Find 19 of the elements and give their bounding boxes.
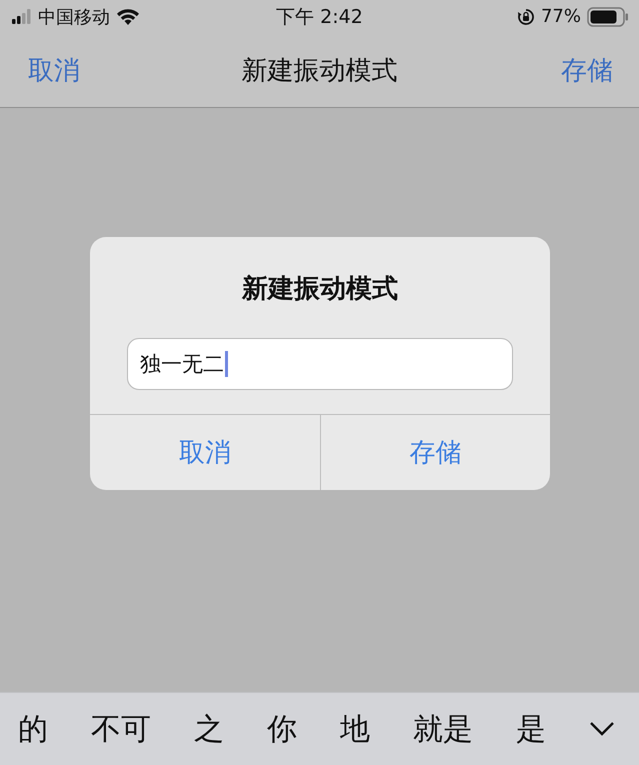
candidate-word[interactable]: 就是 (413, 708, 473, 750)
text-cursor (225, 351, 228, 377)
page-title: 新建振动模式 (242, 54, 398, 88)
dialog-title: 新建振动模式 (242, 273, 398, 306)
battery-icon (587, 6, 629, 26)
signal-icon (12, 8, 32, 24)
carrier-name: 中国移动 (38, 6, 110, 28)
battery-percent: 77% (540, 6, 581, 27)
chevron-down-icon[interactable] (589, 721, 615, 737)
clock-time: 下午 2:42 (276, 4, 363, 30)
candidate-word[interactable]: 你 (267, 708, 297, 750)
wifi-icon (116, 8, 140, 26)
candidate-word[interactable]: 是 (516, 708, 546, 750)
candidate-word[interactable]: 地 (340, 708, 370, 750)
candidate-word[interactable]: 的 (18, 708, 48, 750)
input-field[interactable]: 独一无二 (127, 338, 513, 390)
candidate-word[interactable]: 不可 (91, 708, 151, 750)
candidate-word[interactable]: 之 (194, 708, 224, 750)
rotation-lock-icon (516, 8, 535, 26)
